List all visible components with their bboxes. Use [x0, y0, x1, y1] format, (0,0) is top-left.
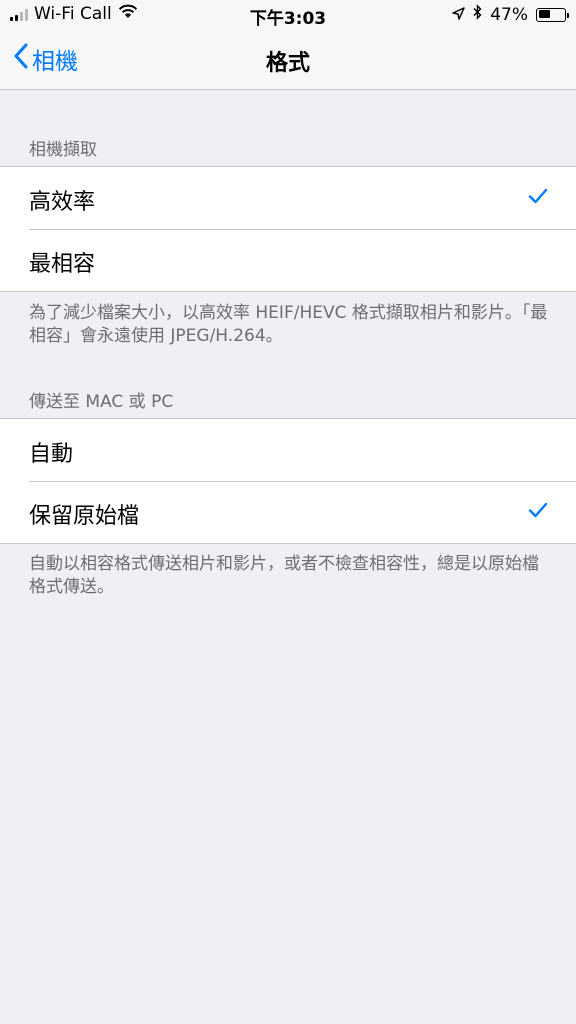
status-bar: Wi-Fi Call 下午3:03 47% [0, 0, 576, 30]
option-label: 高效率 [29, 190, 96, 215]
option-automatic[interactable]: 自動 [0, 419, 576, 481]
section-header-capture: 相機擷取 [29, 140, 97, 160]
option-label: 自動 [29, 442, 74, 467]
option-high-efficiency[interactable]: 高效率 [0, 167, 576, 229]
battery-fill [538, 10, 550, 18]
location-icon [452, 5, 465, 25]
settings-screen: Wi-Fi Call 下午3:03 47% 相機 格式 相機擷取 高效率 最相容… [0, 0, 576, 1024]
battery-percent: 47% [490, 4, 528, 25]
option-label: 最相容 [29, 252, 96, 277]
option-most-compatible[interactable]: 最相容 [0, 229, 576, 291]
page-title: 格式 [265, 51, 310, 76]
section-footer-transfer: 自動以相容格式傳送相片和影片，或者不檢查相容性，總是以原始檔格式傳送。 [29, 554, 539, 597]
status-right: 47% [452, 4, 569, 25]
section-header-transfer: 傳送至 MAC 或 PC [29, 392, 174, 412]
option-label: 保留原始檔 [29, 504, 140, 529]
checkmark-icon [528, 188, 548, 208]
capture-format-group: 高效率 最相容 [0, 166, 576, 292]
bluetooth-icon [473, 4, 482, 25]
section-footer-capture: 為了減少檔案大小，以高效率 HEIF/HEVC 格式擷取相片和影片。「最相容」會… [29, 303, 548, 346]
option-keep-originals[interactable]: 保留原始檔 [0, 481, 576, 543]
navigation-bar: 相機 格式 [0, 30, 576, 90]
battery-icon [536, 7, 569, 22]
checkmark-icon [528, 502, 548, 522]
transfer-group: 自動 保留原始檔 [0, 418, 576, 544]
